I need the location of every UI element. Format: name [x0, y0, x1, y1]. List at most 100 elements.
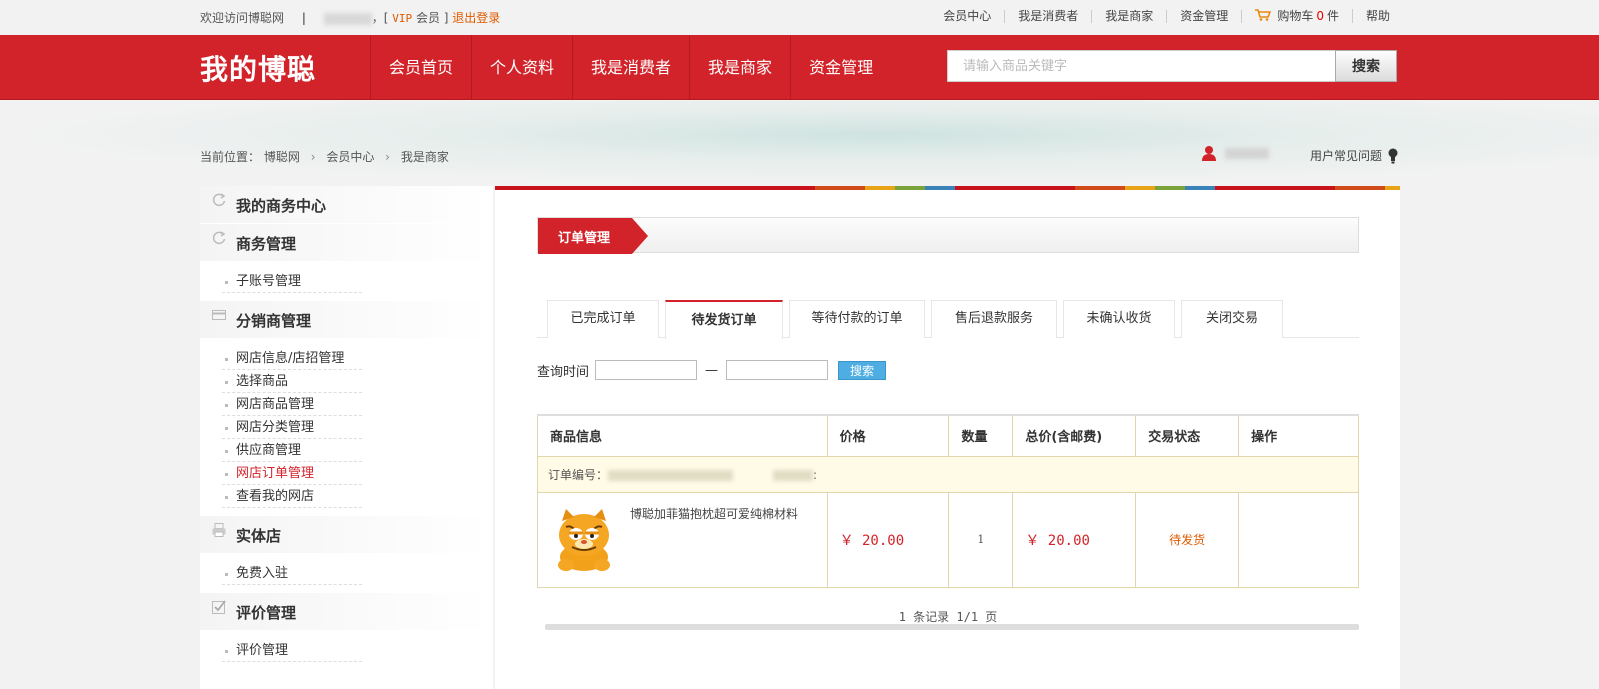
sidebar-section-distributor[interactable]: 分销商管理	[200, 301, 493, 339]
cart-label: 购物车	[1277, 9, 1314, 23]
horizontal-scrollbar[interactable]	[545, 624, 1359, 630]
nav-item-funds[interactable]: 资金管理	[790, 35, 891, 100]
help-link[interactable]: 帮助	[1353, 9, 1390, 23]
cart-icon	[1255, 9, 1272, 21]
breadcrumb: 当前位置： 博聪网 › 会员中心 › 我是商家	[200, 148, 449, 165]
total-cell: ￥ 20.00	[1012, 491, 1137, 588]
site-logo[interactable]: 我的博聪	[200, 48, 316, 88]
search-button[interactable]: 搜索	[1335, 50, 1397, 82]
sidebar-list: 评价管理	[200, 631, 493, 670]
order-tabs: 已完成订单 待发货订单 等待付款的订单 售后退款服务 未确认收货 关闭交易	[537, 300, 1359, 339]
vip-label: VIP	[392, 12, 413, 25]
breadcrumb-item-site[interactable]: 博聪网	[264, 150, 300, 164]
breadcrumb-arrow-icon: ›	[310, 150, 316, 164]
status-cell: 待发货	[1135, 491, 1240, 588]
tab-completed[interactable]: 已完成订单	[547, 300, 659, 338]
action-cell	[1238, 491, 1359, 588]
card-icon	[212, 310, 226, 320]
query-search-button[interactable]: 搜索	[838, 360, 887, 380]
nav-item-consumer[interactable]: 我是消费者	[572, 35, 689, 100]
order-number-label: 订单编号：	[548, 467, 609, 482]
cart-link[interactable]: 购物车 0 件	[1242, 9, 1353, 23]
sidebar-section-reviews[interactable]: 评价管理	[200, 593, 493, 631]
col-header-product: 商品信息	[537, 414, 828, 457]
tab-closed[interactable]: 关闭交易	[1181, 300, 1283, 338]
bracket-close: ]	[443, 11, 449, 25]
printer-icon	[212, 523, 226, 537]
section-title: 订单管理	[558, 231, 611, 246]
tab-awaiting-payment[interactable]: 等待付款的订单	[789, 300, 925, 338]
tab-pending-shipment[interactable]: 待发货订单	[665, 300, 783, 339]
order-number-suffix: :	[813, 467, 818, 482]
sidebar-item-shop-orders[interactable]: 网店订单管理	[222, 462, 362, 485]
faq-link[interactable]: 用户常见问题	[1310, 147, 1398, 164]
start-date-input[interactable]	[595, 360, 698, 380]
breadcrumb-item-merchant: 我是商家	[400, 150, 449, 164]
sidebar-item-sub-accounts[interactable]: 子账号管理	[222, 270, 362, 293]
decorative-stripe-start	[495, 186, 695, 190]
top-link-merchant[interactable]: 我是商家	[1092, 9, 1168, 23]
sidebar-item-select-products[interactable]: 选择商品	[222, 370, 362, 393]
range-dash: —	[705, 362, 719, 378]
refresh-icon	[212, 231, 226, 245]
sidebar-item-view-shop[interactable]: 查看我的网店	[222, 485, 362, 508]
faq-label: 用户常见问题	[1310, 149, 1383, 163]
breadcrumb-arrow-icon: ›	[385, 150, 390, 164]
sidebar-list: 免费入驻	[200, 554, 493, 593]
sidebar-item-suppliers[interactable]: 供应商管理	[222, 439, 362, 462]
tab-unconfirmed-receipt[interactable]: 未确认收货	[1063, 300, 1175, 338]
table-row: 博聪加菲猫抱枕超可爱纯棉材料 ￥ 20.00 1 ￥ 20.00 待发货	[537, 491, 1359, 588]
price-cell: ￥ 20.00	[826, 491, 950, 588]
main-nav: 我的博聪 会员首页 个人资料 我是消费者 我是商家 资金管理 搜索	[0, 35, 1599, 100]
product-name-link[interactable]: 博聪加菲猫抱枕超可爱纯棉材料	[630, 505, 798, 522]
nav-item-home[interactable]: 会员首页	[370, 35, 471, 100]
sidebar-item-shop-categories[interactable]: 网店分类管理	[222, 416, 362, 439]
bracket-open: ，[	[371, 11, 389, 25]
cart-unit: 件	[1326, 9, 1339, 23]
table-header-row: 商品信息 价格 数量 总价(含邮费) 交易状态 操作	[537, 414, 1359, 457]
sidebar-section-title: 评价管理	[236, 604, 297, 622]
user-info	[1201, 145, 1269, 161]
nav-item-profile[interactable]: 个人资料	[471, 35, 572, 100]
sidebar-section-business-mgmt[interactable]: 商务管理	[200, 224, 493, 262]
product-cell: 博聪加菲猫抱枕超可爱纯棉材料	[537, 491, 828, 588]
sidebar-item-shop-info[interactable]: 网店信息/店招管理	[222, 347, 362, 370]
sidebar-item-review-mgmt[interactable]: 评价管理	[222, 639, 362, 662]
query-label: 查询时间	[537, 364, 590, 380]
cart-count: 0	[1316, 9, 1324, 23]
nav-item-merchant[interactable]: 我是商家	[689, 35, 790, 100]
col-header-qty: 数量	[948, 414, 1014, 457]
pagination-info: 1 条记录 1/1 页	[898, 610, 998, 624]
refresh-icon	[212, 193, 226, 207]
user-icon	[1202, 146, 1216, 161]
col-header-total: 总价(含邮费)	[1012, 414, 1137, 457]
col-header-status: 交易状态	[1135, 414, 1240, 457]
top-link-funds[interactable]: 资金管理	[1167, 9, 1243, 23]
sidebar-item-free-join[interactable]: 免费入驻	[222, 562, 362, 585]
orders-table: 商品信息 价格 数量 总价(含邮费) 交易状态 操作 订单编号：: 博聪加菲猫抱…	[537, 414, 1359, 588]
section-title-bar: 订单管理	[537, 217, 1359, 254]
top-link-member-center[interactable]: 会员中心	[930, 9, 1006, 23]
sidebar-section-physical-store[interactable]: 实体店	[200, 516, 493, 554]
sidebar-section-title: 我的商务中心	[236, 197, 327, 215]
username-blurred	[1225, 147, 1269, 159]
lightbulb-icon	[1388, 148, 1398, 163]
end-date-input[interactable]	[726, 360, 829, 380]
search-input[interactable]	[947, 50, 1337, 82]
sidebar-list: 子账号管理	[200, 262, 493, 301]
tab-refund-service[interactable]: 售后退款服务	[931, 300, 1057, 338]
welcome-area: 欢迎访问博聪网 | ，[ VIP 会员 ] 退出登录	[200, 9, 500, 26]
logout-link[interactable]: 退出登录	[452, 11, 500, 25]
order-number-cell: 订单编号：:	[537, 455, 1359, 493]
breadcrumb-item-member-center[interactable]: 会员中心	[326, 150, 374, 164]
qty-cell: 1	[948, 491, 1014, 588]
col-header-action: 操作	[1238, 414, 1359, 457]
banner-background	[0, 101, 1599, 186]
sidebar-item-shop-products[interactable]: 网店商品管理	[222, 393, 362, 416]
nav-menu: 会员首页 个人资料 我是消费者 我是商家 资金管理	[370, 35, 891, 100]
sidebar-section-business-center[interactable]: 我的商务中心	[200, 186, 493, 224]
top-link-consumer[interactable]: 我是消费者	[1005, 9, 1093, 23]
sidebar-section-title: 商务管理	[236, 235, 297, 253]
product-thumbnail[interactable]	[552, 507, 616, 573]
member-label: 会员	[415, 11, 440, 25]
